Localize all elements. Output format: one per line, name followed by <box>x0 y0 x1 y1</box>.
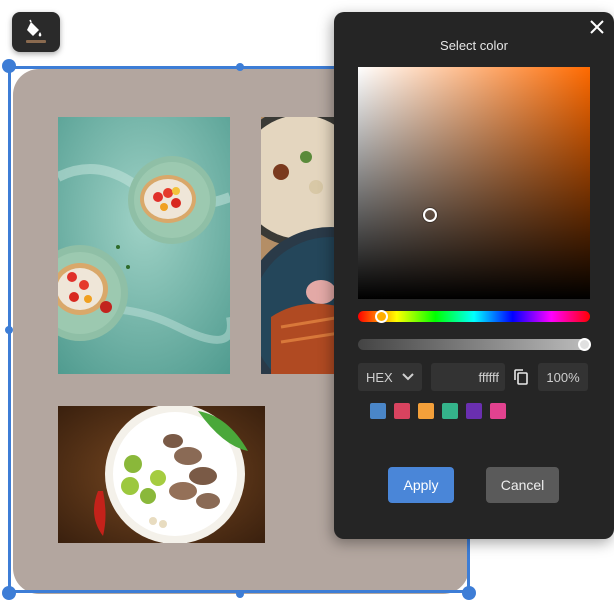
close-button[interactable] <box>586 16 608 38</box>
swatch-4[interactable] <box>442 403 458 419</box>
resize-handle-bottom[interactable] <box>236 590 244 598</box>
resize-handle-top[interactable] <box>236 63 244 71</box>
resize-handle-bottom-right[interactable] <box>462 586 476 600</box>
color-cursor[interactable] <box>423 208 437 222</box>
color-picker-panel: Select color HEX Apply Cancel <box>334 12 614 539</box>
copy-button[interactable] <box>512 368 530 386</box>
chevron-down-icon <box>402 373 414 381</box>
photo-toast[interactable] <box>58 117 230 374</box>
resize-handle-left[interactable] <box>5 326 13 334</box>
swatch-6[interactable] <box>490 403 506 419</box>
resize-handle-top-left[interactable] <box>2 59 16 73</box>
close-icon <box>590 20 604 34</box>
paint-bucket-icon <box>26 19 46 43</box>
copy-icon <box>514 369 528 385</box>
fill-tool-button[interactable] <box>12 12 60 52</box>
swatch-3[interactable] <box>418 403 434 419</box>
opacity-slider-knob[interactable] <box>578 338 591 351</box>
hex-input[interactable] <box>431 363 505 391</box>
color-format-select[interactable]: HEX <box>358 363 422 391</box>
opacity-slider[interactable] <box>358 338 591 351</box>
preset-swatches <box>370 403 506 419</box>
hue-slider[interactable] <box>358 310 590 323</box>
picker-title: Select color <box>440 38 508 53</box>
hue-slider-knob[interactable] <box>375 310 389 323</box>
swatch-1[interactable] <box>370 403 386 419</box>
color-format-label: HEX <box>366 369 393 385</box>
swatch-5[interactable] <box>466 403 482 419</box>
saturation-value-area[interactable] <box>358 67 590 299</box>
swatch-2[interactable] <box>394 403 410 419</box>
cancel-button[interactable]: Cancel <box>486 467 559 503</box>
photo-plate[interactable] <box>58 406 265 543</box>
opacity-input[interactable] <box>538 363 588 391</box>
resize-handle-bottom-left[interactable] <box>2 586 16 600</box>
apply-button[interactable]: Apply <box>388 467 454 503</box>
